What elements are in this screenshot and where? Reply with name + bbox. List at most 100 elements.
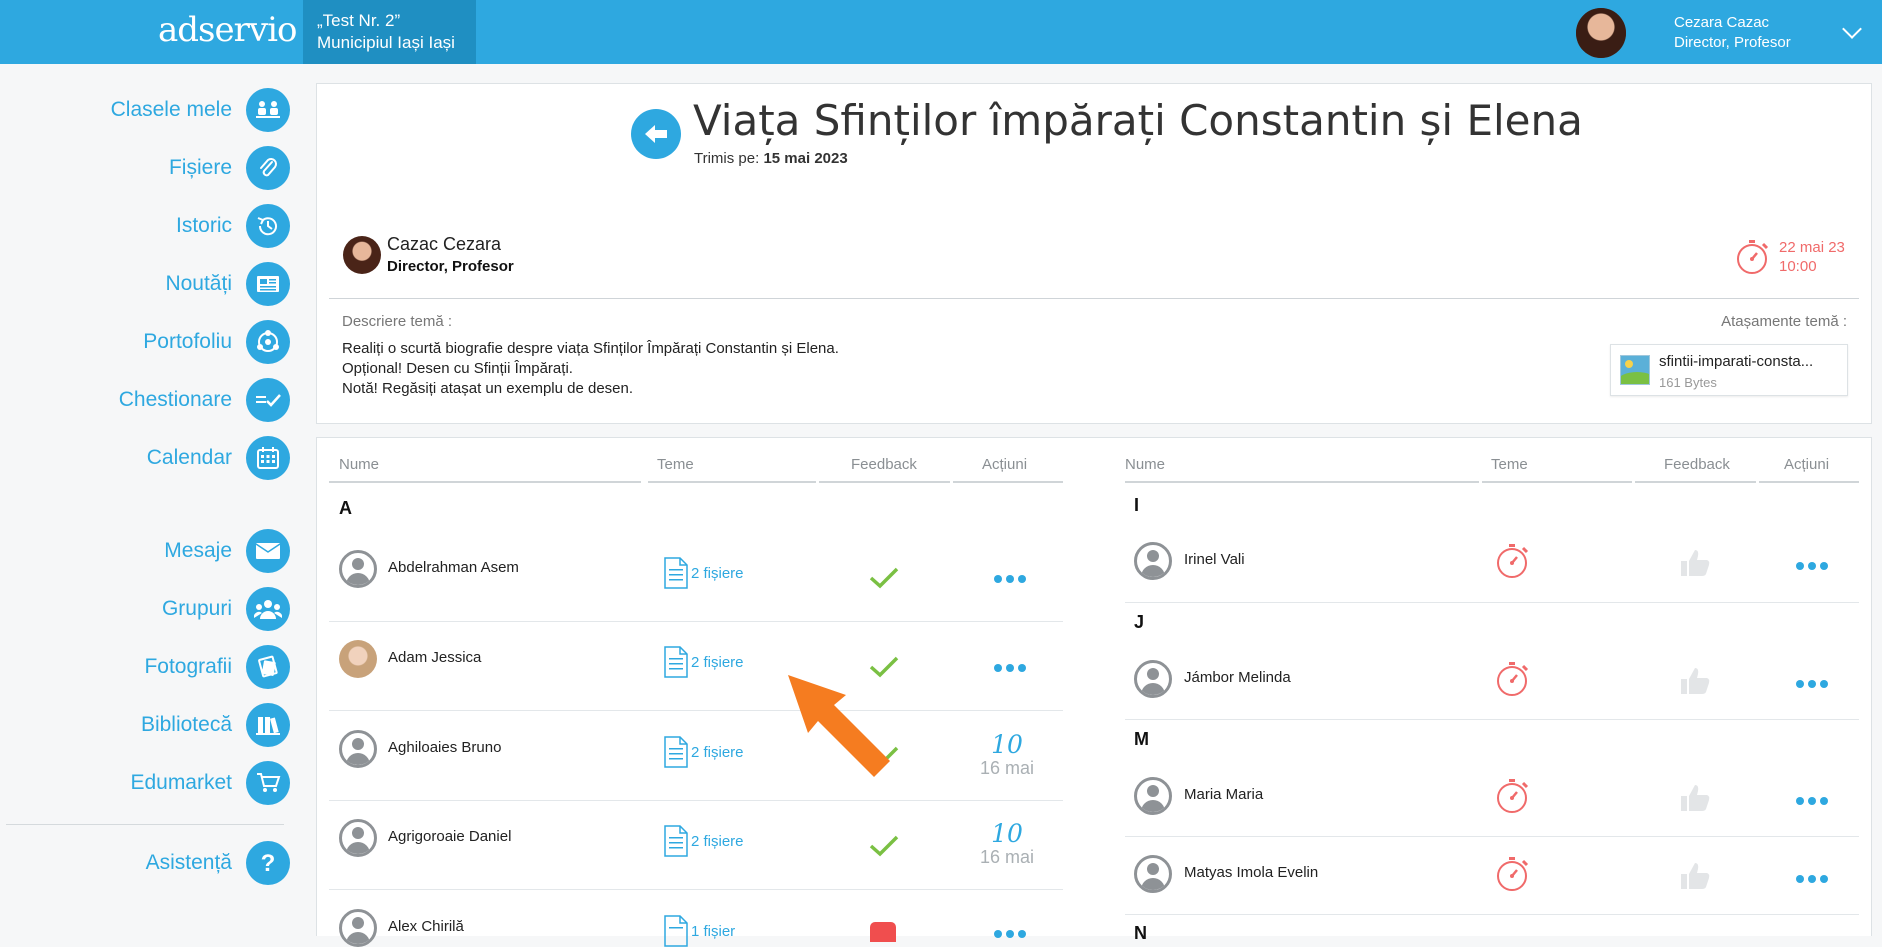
files-count: 2 fișiere bbox=[691, 653, 744, 671]
grade-value: 10 bbox=[991, 819, 1023, 848]
student-name[interactable]: Adam Jessica bbox=[388, 649, 481, 666]
document-icon bbox=[664, 825, 688, 857]
attachment-name: sfintii-imparati-consta... bbox=[1659, 353, 1814, 370]
history-icon bbox=[246, 204, 290, 248]
more-actions-button[interactable] bbox=[994, 664, 1026, 672]
sidebar-item-biblioteca[interactable]: Bibliotecă bbox=[141, 702, 290, 748]
document-icon bbox=[664, 736, 688, 768]
attachments-label: Atașamente temă : bbox=[1721, 313, 1847, 330]
sent-label: Trimis pe: bbox=[694, 150, 760, 167]
cart-icon bbox=[246, 761, 290, 805]
thumb-up-icon[interactable] bbox=[1679, 666, 1711, 696]
sidebar-item-mesaje[interactable]: Mesaje bbox=[164, 528, 290, 574]
sidebar-item-label: Asistență bbox=[145, 851, 232, 874]
deadline-date: 22 mai 23 bbox=[1779, 239, 1845, 256]
more-actions-button[interactable] bbox=[994, 930, 1026, 938]
sidebar-item-edumarket[interactable]: Edumarket bbox=[130, 760, 290, 806]
sidebar-item-label: Clasele mele bbox=[110, 98, 232, 121]
sidebar-item-label: Fotografii bbox=[144, 655, 232, 678]
student-name[interactable]: Agrigoroaie Daniel bbox=[388, 828, 511, 845]
sidebar-item-chestionare[interactable]: Chestionare bbox=[119, 377, 290, 423]
sidebar-item-label: Edumarket bbox=[130, 771, 232, 794]
paperclip-icon bbox=[246, 146, 290, 190]
chevron-down-icon[interactable] bbox=[1842, 19, 1862, 39]
student-name[interactable]: Jámbor Melinda bbox=[1184, 669, 1291, 686]
sidebar-item-asistenta[interactable]: Asistență ? bbox=[146, 840, 290, 886]
student-name[interactable]: Alex Chirilă bbox=[388, 918, 464, 935]
files-link[interactable]: 2 fișiere bbox=[663, 736, 744, 768]
sidebar-divider bbox=[6, 824, 284, 825]
col-header-name: Nume bbox=[1125, 456, 1166, 473]
student-name[interactable]: Maria Maria bbox=[1184, 786, 1263, 803]
letter-group: N bbox=[1134, 923, 1147, 943]
student-name[interactable]: Irinel Vali bbox=[1184, 551, 1245, 568]
sidebar-item-label: Grupuri bbox=[161, 597, 232, 620]
letter-group: J bbox=[1134, 612, 1145, 632]
description-line: Opțional! Desen cu Sfinții Împărați. bbox=[342, 360, 573, 377]
more-actions-button[interactable] bbox=[1796, 562, 1828, 570]
back-button[interactable] bbox=[631, 109, 681, 159]
more-actions-button[interactable] bbox=[994, 575, 1026, 583]
sidebar-item-calendar[interactable]: Calendar bbox=[147, 435, 290, 481]
more-actions-button[interactable] bbox=[1796, 875, 1828, 883]
image-thumbnail-icon bbox=[1620, 355, 1650, 385]
files-link[interactable]: 2 fișiere bbox=[663, 646, 744, 678]
library-icon bbox=[246, 703, 290, 747]
grade-badge[interactable]: 10 16 mai bbox=[967, 821, 1047, 868]
sidebar-item-grupuri[interactable]: Grupuri bbox=[162, 586, 290, 632]
photos-icon bbox=[246, 645, 290, 689]
letter-group: M bbox=[1134, 729, 1149, 749]
user-menu[interactable]: Cezara Cazac Director, Profesor bbox=[1674, 13, 1791, 53]
student-name[interactable]: Abdelrahman Asem bbox=[388, 559, 519, 576]
attachment-file[interactable]: sfintii-imparati-consta... 161 Bytes bbox=[1610, 344, 1848, 396]
app-logo[interactable]: adservio bbox=[158, 10, 297, 50]
school-selector[interactable]: „Test Nr. 2” Municipiul Iași Iași bbox=[303, 0, 476, 64]
author-name: Cazac Cezara bbox=[387, 234, 502, 254]
grade-value: 10 bbox=[991, 730, 1023, 759]
stopwatch-icon bbox=[1497, 779, 1529, 813]
document-icon bbox=[664, 915, 688, 947]
attachment-size: 161 Bytes bbox=[1659, 375, 1717, 390]
user-avatar[interactable] bbox=[1576, 8, 1626, 58]
sidebar-item-portofoliu[interactable]: Portofoliu bbox=[143, 319, 290, 365]
avatar bbox=[339, 909, 377, 947]
avatar bbox=[339, 819, 377, 857]
sidebar-item-fotografii[interactable]: Fotografii bbox=[144, 644, 290, 690]
sent-on: Trimis pe: 15 mai 2023 bbox=[694, 150, 848, 167]
sidebar-item-label: Bibliotecă bbox=[140, 713, 232, 736]
more-actions-button[interactable] bbox=[1796, 797, 1828, 805]
sidebar: Clasele mele Fișiere Istoric Noutăți Por… bbox=[0, 64, 300, 936]
students-card: Nume Teme Feedback Acțiuni Nume Teme Fee… bbox=[316, 437, 1872, 947]
stopwatch-icon bbox=[1497, 544, 1529, 578]
divider bbox=[329, 298, 1859, 299]
sidebar-item-fisiere[interactable]: Fișiere bbox=[169, 145, 290, 191]
calendar-icon bbox=[246, 436, 290, 480]
grade-badge[interactable]: 10 16 mai bbox=[967, 732, 1047, 779]
sidebar-item-istoric[interactable]: Istoric bbox=[176, 203, 290, 249]
sidebar-item-label: Mesaje bbox=[164, 539, 232, 562]
thumb-up-icon[interactable] bbox=[1679, 861, 1711, 891]
avatar bbox=[1134, 542, 1172, 580]
files-link[interactable]: 2 fișiere bbox=[663, 825, 744, 857]
help-icon: ? bbox=[246, 841, 290, 885]
col-header-actiuni: Acțiuni bbox=[982, 456, 1028, 473]
avatar bbox=[1134, 660, 1172, 698]
thumb-up-icon[interactable] bbox=[1679, 783, 1711, 813]
groups-icon bbox=[246, 587, 290, 631]
col-header-teme: Teme bbox=[657, 456, 694, 473]
annotation-arrow-icon bbox=[788, 675, 890, 777]
checkmark-icon bbox=[869, 835, 899, 857]
student-name[interactable]: Aghiloaies Bruno bbox=[388, 739, 501, 756]
avatar bbox=[339, 550, 377, 588]
sidebar-item-noutati[interactable]: Noutăți bbox=[165, 261, 290, 307]
thumb-up-icon[interactable] bbox=[1679, 548, 1711, 578]
col-header-actiuni: Acțiuni bbox=[1784, 456, 1830, 473]
files-link[interactable]: 1 fișier bbox=[663, 915, 735, 947]
description-line: Notă! Regăsiți atașat un exemplu de dese… bbox=[342, 380, 634, 397]
student-name[interactable]: Matyas Imola Evelin bbox=[1184, 864, 1318, 881]
files-link[interactable]: 2 fișiere bbox=[663, 557, 744, 589]
sidebar-item-clasele-mele[interactable]: Clasele mele bbox=[111, 87, 290, 133]
more-actions-button[interactable] bbox=[1796, 680, 1828, 688]
avatar bbox=[1134, 855, 1172, 893]
portfolio-icon bbox=[246, 320, 290, 364]
